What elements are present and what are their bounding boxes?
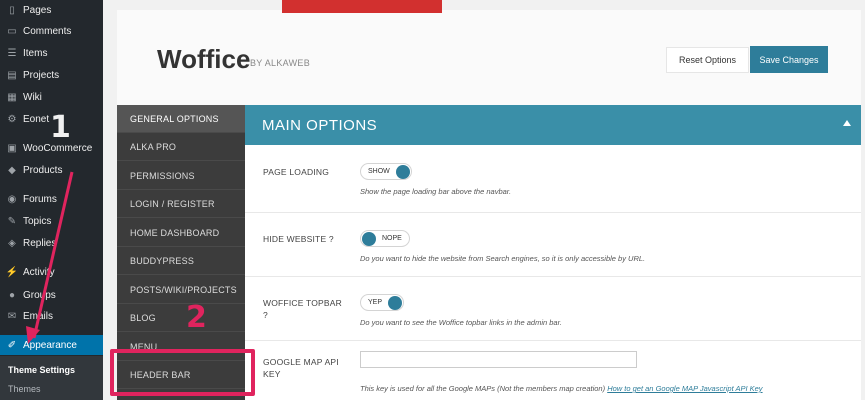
wp-menu-label: Emails bbox=[23, 310, 54, 322]
google-map-api-key-input[interactable] bbox=[360, 351, 637, 368]
wp-menu-label: Replies bbox=[23, 237, 57, 249]
wp-menu-items[interactable]: ☰ Items bbox=[0, 43, 103, 63]
wp-menu-topics[interactable]: ✎ Topics bbox=[0, 211, 103, 231]
header-bar-highlight bbox=[110, 349, 255, 396]
option-row-page-loading: PAGE LOADING SHOW Show the page loading … bbox=[245, 145, 861, 213]
option-label: WOFFICE TOPBAR ? bbox=[263, 298, 342, 320]
wp-menu-groups[interactable]: ● Groups bbox=[0, 285, 103, 305]
wp-menu-forums[interactable]: ◉ Forums bbox=[0, 189, 103, 209]
nav-buddypress[interactable]: BUDDYPRESS bbox=[117, 247, 245, 275]
list-icon: ☰ bbox=[7, 47, 17, 59]
nav-home-dashboard[interactable]: HOME DASHBOARD bbox=[117, 219, 245, 247]
toggle-knob bbox=[395, 164, 410, 179]
option-row-google-map-api-key: GOOGLE MAP API KEY This key is used for … bbox=[245, 341, 861, 400]
woffice-topbar-toggle[interactable]: YEP bbox=[360, 294, 405, 311]
annotation-step-two: 2 bbox=[186, 300, 207, 335]
section-title: MAIN OPTIONS bbox=[262, 116, 378, 134]
projects-icon: ▤ bbox=[7, 69, 17, 81]
wp-menu-pages[interactable]: ▯ Pages bbox=[0, 0, 103, 20]
wp-menu-appearance[interactable]: ✐ Appearance bbox=[0, 335, 103, 355]
option-label: HIDE WEBSITE ? bbox=[263, 234, 334, 244]
submenu-theme-settings[interactable]: Theme Settings bbox=[8, 365, 75, 375]
activity-icon: ⚡ bbox=[5, 266, 19, 278]
wp-menu-replies[interactable]: ◈ Replies bbox=[0, 233, 103, 253]
option-row-woffice-topbar: WOFFICE TOPBAR ? YEP Do you want to see … bbox=[245, 277, 861, 341]
top-red-bar bbox=[282, 0, 442, 13]
replies-icon: ◈ bbox=[8, 237, 16, 249]
wp-menu-label: Wiki bbox=[23, 91, 42, 103]
nav-permissions[interactable]: PERMISSIONS bbox=[117, 162, 245, 190]
appearance-submenu: Theme Settings Themes bbox=[0, 356, 103, 400]
forums-icon: ◉ bbox=[7, 193, 17, 205]
wp-menu-label: Products bbox=[23, 164, 63, 176]
option-label: PAGE LOADING bbox=[263, 167, 330, 177]
wp-menu-emails[interactable]: ✉ Emails bbox=[0, 306, 103, 326]
wp-admin-sidebar: ▯ Pages ▭ Comments ☰ Items ▤ Projects ▦ Wiki … bbox=[0, 0, 103, 400]
nav-posts-wiki-projects[interactable]: POSTS/WIKI/PROJECTS bbox=[117, 276, 245, 304]
option-row-hide-website: HIDE WEBSITE ? NOPE Do you want to hide … bbox=[245, 213, 861, 277]
wp-menu-label: Groups bbox=[23, 289, 56, 301]
nav-login-register[interactable]: LOGIN / REGISTER bbox=[117, 190, 245, 218]
theme-options-panel: Woffice BY ALKAWEB Reset Options Save Ch… bbox=[117, 0, 861, 400]
nav-alka-pro[interactable]: ALKA PRO bbox=[117, 133, 245, 161]
toggle-label: YEP bbox=[368, 299, 383, 306]
api-key-help-link[interactable]: How to get an Google MAP Javascript API … bbox=[607, 384, 762, 393]
page-loading-toggle[interactable]: SHOW bbox=[360, 163, 412, 180]
section-header[interactable]: MAIN OPTIONS bbox=[245, 105, 861, 145]
reset-options-button[interactable]: Reset Options bbox=[666, 47, 749, 73]
wp-menu-label: Pages bbox=[23, 4, 52, 16]
topics-icon: ✎ bbox=[7, 215, 17, 227]
wp-menu-label: Forums bbox=[23, 193, 57, 205]
toggle-label: SHOW bbox=[368, 168, 390, 175]
brand-byline: BY ALKAWEB bbox=[250, 58, 311, 68]
products-icon: ◆ bbox=[8, 164, 16, 176]
wp-menu-label: Activity bbox=[23, 266, 55, 278]
option-description: Show the page loading bar above the navb… bbox=[360, 187, 512, 196]
option-label: GOOGLE MAP API KEY bbox=[263, 357, 339, 379]
nav-general-options[interactable]: GENERAL OPTIONS bbox=[117, 105, 245, 133]
brand-title: Woffice bbox=[157, 44, 251, 74]
woocommerce-icon: ▣ bbox=[7, 142, 17, 154]
option-description: Do you want to see the Woffice topbar li… bbox=[360, 318, 562, 327]
options-content: MAIN OPTIONS PAGE LOADING SHOW Show the … bbox=[245, 105, 861, 400]
wp-menu-projects[interactable]: ▤ Projects bbox=[0, 65, 103, 85]
wp-menu-comments[interactable]: ▭ Comments bbox=[0, 21, 103, 41]
toggle-knob bbox=[362, 231, 376, 246]
toggle-label: NOPE bbox=[382, 235, 402, 242]
wp-menu-activity[interactable]: ⚡ Activity bbox=[0, 262, 103, 282]
wiki-icon: ▦ bbox=[7, 91, 17, 103]
nav-blog[interactable]: BLOG bbox=[117, 304, 245, 332]
wp-menu-label: Topics bbox=[23, 215, 52, 227]
wp-menu-wiki[interactable]: ▦ Wiki bbox=[0, 87, 103, 107]
wp-menu-label: Projects bbox=[23, 69, 60, 81]
wp-menu-label: Eonet bbox=[23, 113, 50, 125]
wp-menu-label: Appearance bbox=[23, 339, 77, 351]
annotation-step-one: 1 bbox=[50, 110, 71, 145]
appearance-icon: ✐ bbox=[7, 339, 17, 351]
toggle-knob bbox=[388, 295, 403, 310]
pages-icon: ▯ bbox=[9, 4, 15, 16]
wp-menu-label: Comments bbox=[23, 25, 72, 37]
collapse-icon[interactable] bbox=[843, 120, 851, 126]
emails-icon: ✉ bbox=[7, 310, 17, 322]
hide-website-toggle[interactable]: NOPE bbox=[360, 230, 410, 247]
option-description: This key is used for all the Google MAPs… bbox=[360, 384, 763, 393]
option-description: Do you want to hide the website from Sea… bbox=[360, 254, 646, 263]
groups-icon: ● bbox=[8, 289, 16, 301]
submenu-themes[interactable]: Themes bbox=[8, 384, 41, 394]
eonet-icon: ⚙ bbox=[7, 113, 17, 125]
wp-menu-products[interactable]: ◆ Products bbox=[0, 160, 103, 180]
wp-menu-label: Items bbox=[23, 47, 48, 59]
api-key-description-text: This key is used for all the Google MAPs… bbox=[360, 384, 606, 393]
comments-icon: ▭ bbox=[7, 25, 17, 37]
save-changes-button[interactable]: Save Changes bbox=[750, 46, 828, 73]
